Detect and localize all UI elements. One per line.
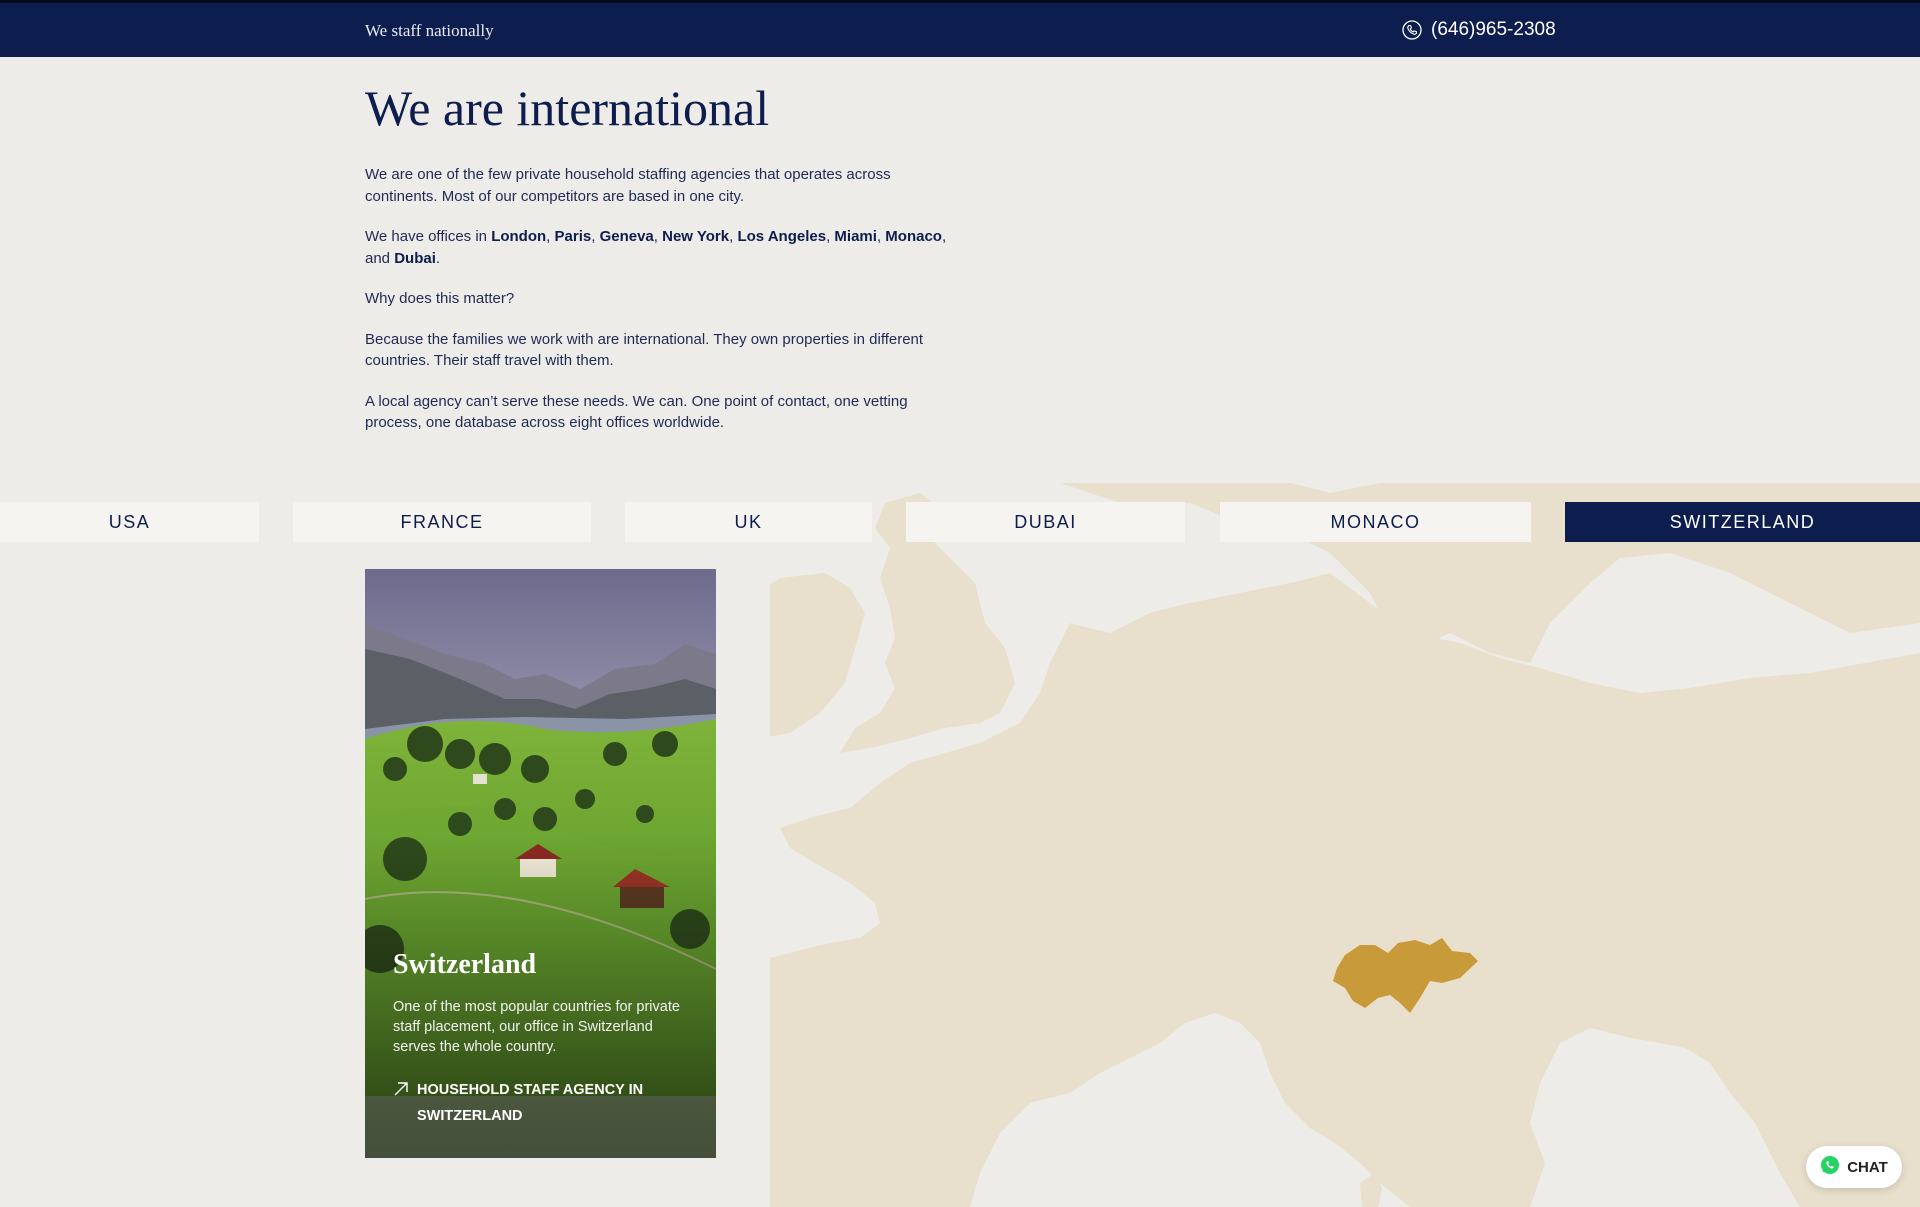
tab-france[interactable]: FRANCE xyxy=(293,502,591,542)
switzerland-landscape-image xyxy=(365,569,716,1158)
household-staff-agency-link[interactable]: Household staff agency in Switzerland xyxy=(393,1077,693,1129)
office-link-los-angeles[interactable]: Los Angeles xyxy=(737,228,826,245)
europe-map xyxy=(770,483,1920,1207)
office-link-paris[interactable]: Paris xyxy=(555,228,592,245)
country-tabs: USA FRANCE UK DUBAI MONACO SWITZERLAND xyxy=(0,502,1920,542)
office-link-london[interactable]: London xyxy=(491,228,546,245)
tab-uk[interactable]: UK xyxy=(625,502,872,542)
office-link-monaco[interactable]: Monaco xyxy=(885,228,942,245)
tab-switzerland[interactable]: SWITZERLAND xyxy=(1565,502,1920,542)
page-title: We are international xyxy=(365,80,770,136)
chat-button[interactable]: CHAT xyxy=(1806,1146,1902,1188)
tab-usa[interactable]: USA xyxy=(0,502,259,542)
chat-label: CHAT xyxy=(1847,1158,1888,1176)
top-bar-tagline: We staff nationally xyxy=(365,21,494,40)
phone-icon xyxy=(1402,20,1422,40)
intro-paragraph-1: We are one of the few private household … xyxy=(365,166,891,205)
offices-prefix: We have offices in xyxy=(365,228,492,245)
intro-paragraph-3: Why does this matter? xyxy=(365,290,515,307)
intro-paragraph-5: A local agency can’t serve these needs. … xyxy=(365,392,908,432)
separator: , xyxy=(653,228,663,245)
office-link-miami[interactable]: Miami xyxy=(834,228,877,245)
card-description: One of the most popular countries for pr… xyxy=(393,999,680,1055)
card-title: Switzerland xyxy=(393,949,537,980)
card-link-label: Household staff agency in Switzerland xyxy=(417,1082,644,1124)
office-link-new-york[interactable]: New York xyxy=(662,228,729,245)
office-link-dubai[interactable]: Dubai xyxy=(394,250,436,267)
arrow-up-right-icon xyxy=(393,1081,409,1129)
tab-monaco[interactable]: MONACO xyxy=(1220,502,1531,542)
office-link-geneva[interactable]: Geneva xyxy=(600,228,654,245)
country-card: Switzerland One of the most popular coun… xyxy=(365,569,716,1158)
intro-section: We are international We are one of the f… xyxy=(365,78,955,453)
whatsapp-icon xyxy=(1820,1155,1840,1179)
offices-paragraph: We have offices in London, Paris, Geneva… xyxy=(365,226,955,269)
separator: , xyxy=(546,228,555,245)
top-bar: We staff nationally (646)965-2308 xyxy=(0,0,1920,57)
separator: , xyxy=(591,228,600,245)
phone-number: (646)965-2308 xyxy=(1431,19,1556,40)
phone-link[interactable]: (646)965-2308 xyxy=(1402,19,1556,41)
separator: . xyxy=(435,249,441,267)
intro-paragraph-4: Because the families we work with are in… xyxy=(365,330,924,370)
tab-dubai[interactable]: DUBAI xyxy=(906,502,1185,542)
